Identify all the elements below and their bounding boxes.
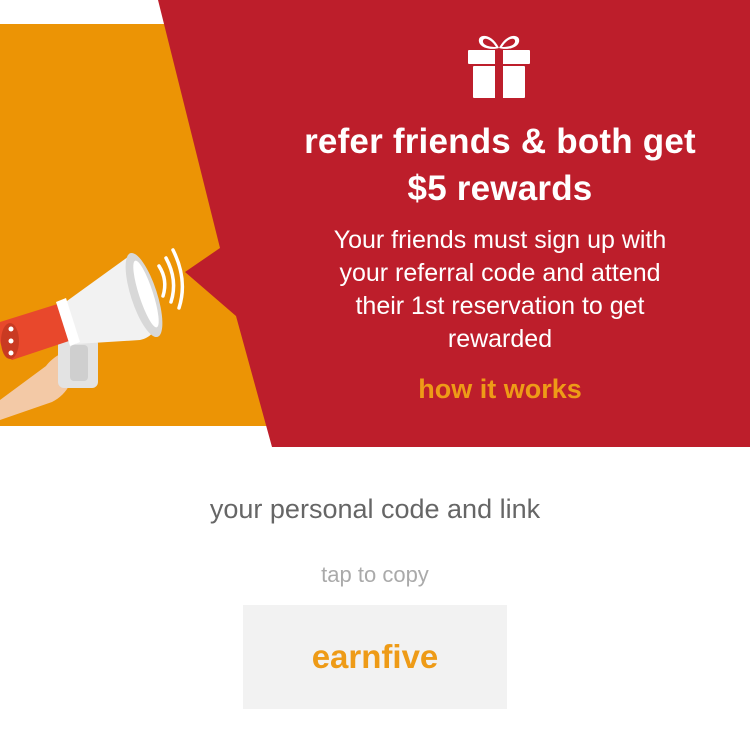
referral-code-button[interactable]: earnfive bbox=[243, 605, 507, 709]
personal-code-title: your personal code and link bbox=[209, 494, 541, 524]
description-line-3: their 1st reservation to get bbox=[355, 292, 645, 320]
description-line-2: your referral code and attend bbox=[339, 259, 661, 287]
referral-headline: refer friends & both get $5 rewards bbox=[270, 118, 730, 212]
referral-description: Your friends must sign up with your refe… bbox=[295, 224, 705, 356]
referral-screen: refer friends & both get $5 rewards Your… bbox=[0, 0, 750, 750]
how-it-works-link[interactable]: how it works bbox=[270, 374, 730, 405]
description-line-1: Your friends must sign up with bbox=[333, 226, 667, 254]
tap-to-copy-hint: tap to copy bbox=[321, 562, 429, 587]
headline-line-2: $5 rewards bbox=[407, 169, 593, 208]
description-line-4: rewarded bbox=[447, 325, 553, 353]
referral-code: earnfive bbox=[311, 638, 439, 675]
gift-icon bbox=[468, 35, 530, 98]
headline-line-1: refer friends & both get bbox=[304, 122, 696, 161]
